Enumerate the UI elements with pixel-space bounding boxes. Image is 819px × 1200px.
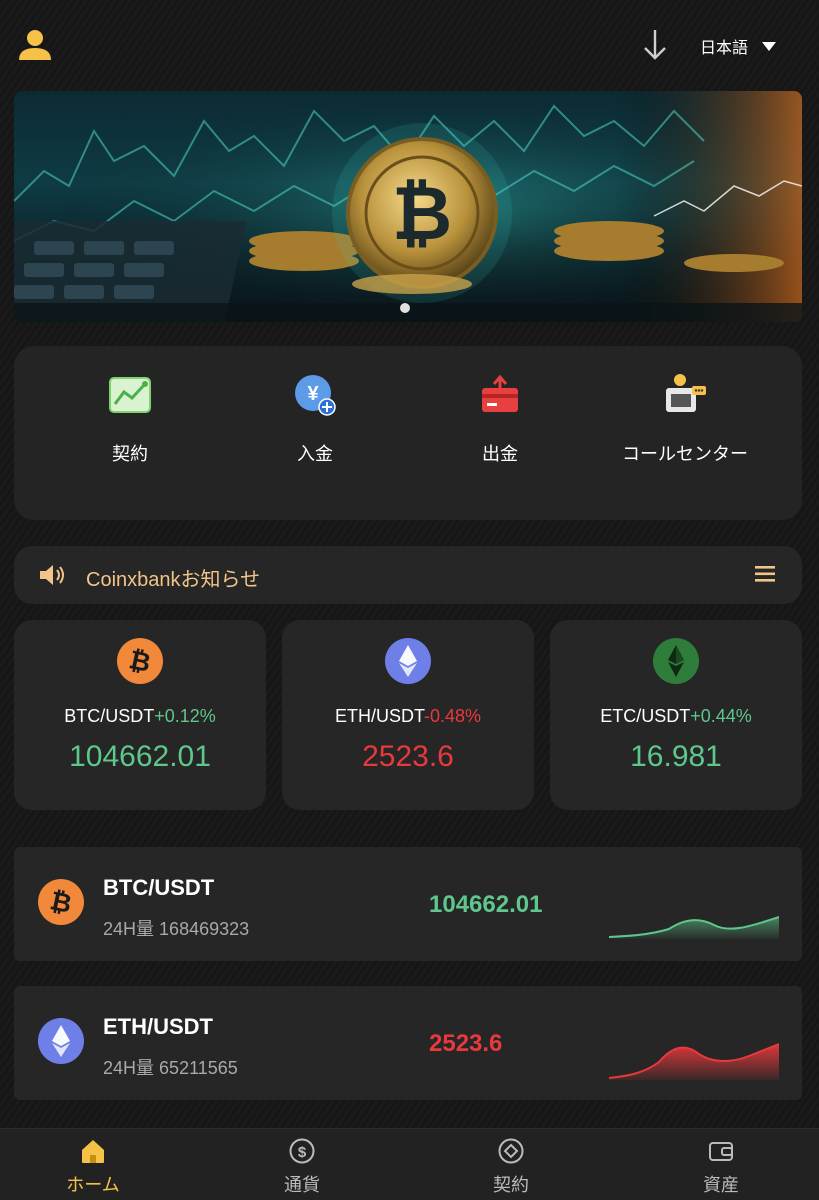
- volume-value: 65211565: [159, 1058, 238, 1078]
- market-price: 104662.01: [429, 891, 543, 918]
- tab-assets[interactable]: 資産: [661, 1137, 781, 1197]
- quick-action-label: コールセンター: [622, 444, 748, 464]
- home-icon: [82, 1140, 104, 1163]
- quick-action-deposit[interactable]: ¥ 入金: [225, 372, 405, 466]
- support-agent-icon: [666, 374, 706, 412]
- market-volume: 24H量 168469323: [103, 915, 249, 941]
- svg-text:$: $: [298, 1144, 307, 1161]
- ticker-pair: ETC/USDT+0.44%: [550, 706, 802, 727]
- change-percent: +0.44%: [690, 706, 752, 726]
- btc-icon: ₿: [117, 638, 163, 684]
- ticker-card-etc[interactable]: ETC/USDT+0.44% 16.981: [550, 620, 802, 810]
- ticker-card-eth[interactable]: ETH/USDT-0.48% 2523.6: [282, 620, 534, 810]
- eth-icon: [385, 638, 431, 684]
- change-percent: -0.48%: [423, 706, 482, 726]
- pair-name: ETH/USDT: [334, 706, 424, 726]
- speaker-icon: [40, 565, 64, 585]
- download-arrow-icon[interactable]: [640, 28, 670, 62]
- market-volume: 24H量 65211565: [103, 1054, 238, 1080]
- market-row-btc[interactable]: ₿ BTC/USDT 24H量 168469323 104662.01: [14, 847, 802, 961]
- carousel-dot[interactable]: [400, 303, 410, 313]
- market-row-eth[interactable]: ETH/USDT 24H量 65211565 2523.6: [14, 986, 802, 1100]
- chart-contract-icon: [109, 377, 151, 413]
- ticker-pair: BTC/USDT+0.12%: [14, 706, 266, 727]
- quick-action-label: 入金: [297, 444, 333, 464]
- dollar-coin-icon: $: [289, 1138, 315, 1164]
- svg-text:₿: ₿: [392, 172, 452, 255]
- quick-action-contract[interactable]: 契約: [40, 372, 220, 466]
- quick-action-label: 出金: [482, 444, 518, 464]
- volume-label: 24H量: [103, 1058, 155, 1078]
- notice-text: Coinxbankお知らせ: [86, 569, 261, 591]
- tab-contract[interactable]: 契約: [451, 1137, 571, 1197]
- volume-value: 168469323: [159, 919, 250, 939]
- card-withdraw-icon: [482, 374, 518, 412]
- volume-label: 24H量: [103, 919, 155, 939]
- user-icon[interactable]: [16, 26, 54, 64]
- ticker-price: 2523.6: [362, 740, 454, 773]
- etc-icon: [653, 638, 699, 684]
- bitcoin-banner-image: ₿: [14, 91, 802, 322]
- sparkline-chart: [609, 1043, 779, 1080]
- change-percent: +0.12%: [154, 706, 216, 726]
- ticker-card-btc[interactable]: ₿ BTC/USDT+0.12% 104662.01: [14, 620, 266, 810]
- bottom-tab-bar: ホーム $ 通貨 契約 資産: [0, 1128, 819, 1200]
- language-selector[interactable]: 日本語: [700, 34, 777, 58]
- language-label: 日本語: [700, 40, 749, 57]
- promo-banner[interactable]: ₿: [14, 91, 802, 322]
- yen-deposit-icon: ¥: [295, 375, 336, 416]
- pair-name: ETC/USDT: [600, 706, 691, 726]
- pair-name: BTC/USDT: [64, 706, 155, 726]
- quick-actions-panel: 契約 ¥ 入金 出金 コールセンター: [14, 346, 802, 520]
- quick-action-withdraw[interactable]: 出金: [410, 372, 590, 466]
- tab-currency[interactable]: $ 通貨: [242, 1137, 362, 1197]
- sparkline-chart: [609, 916, 779, 939]
- tab-label: 資産: [703, 1175, 739, 1195]
- ticker-price: 16.981: [630, 740, 722, 773]
- quick-action-support[interactable]: コールセンター: [595, 372, 775, 466]
- quick-action-label: 契約: [112, 444, 148, 464]
- btc-icon: ₿: [38, 879, 84, 925]
- notice-bar[interactable]: Coinxbankお知らせ: [14, 546, 802, 604]
- tab-label: 契約: [493, 1175, 529, 1195]
- market-price: 2523.6: [429, 1030, 503, 1057]
- svg-text:¥: ¥: [307, 383, 319, 405]
- menu-icon[interactable]: [754, 564, 776, 584]
- market-pair: ETH/USDT: [103, 1014, 213, 1039]
- market-pair: BTC/USDT: [103, 875, 215, 900]
- tab-home[interactable]: ホーム: [33, 1137, 153, 1197]
- ticker-pair: ETH/USDT-0.48%: [282, 706, 534, 727]
- top-bar: 日本語: [0, 0, 819, 90]
- wallet-icon: [709, 1142, 733, 1161]
- tab-label: 通貨: [284, 1175, 320, 1195]
- eth-icon: [38, 1018, 84, 1064]
- contract-diamond-icon: [498, 1138, 524, 1164]
- ticker-price: 104662.01: [69, 740, 211, 773]
- caret-down-icon: [762, 41, 777, 51]
- tab-label: ホーム: [66, 1175, 120, 1195]
